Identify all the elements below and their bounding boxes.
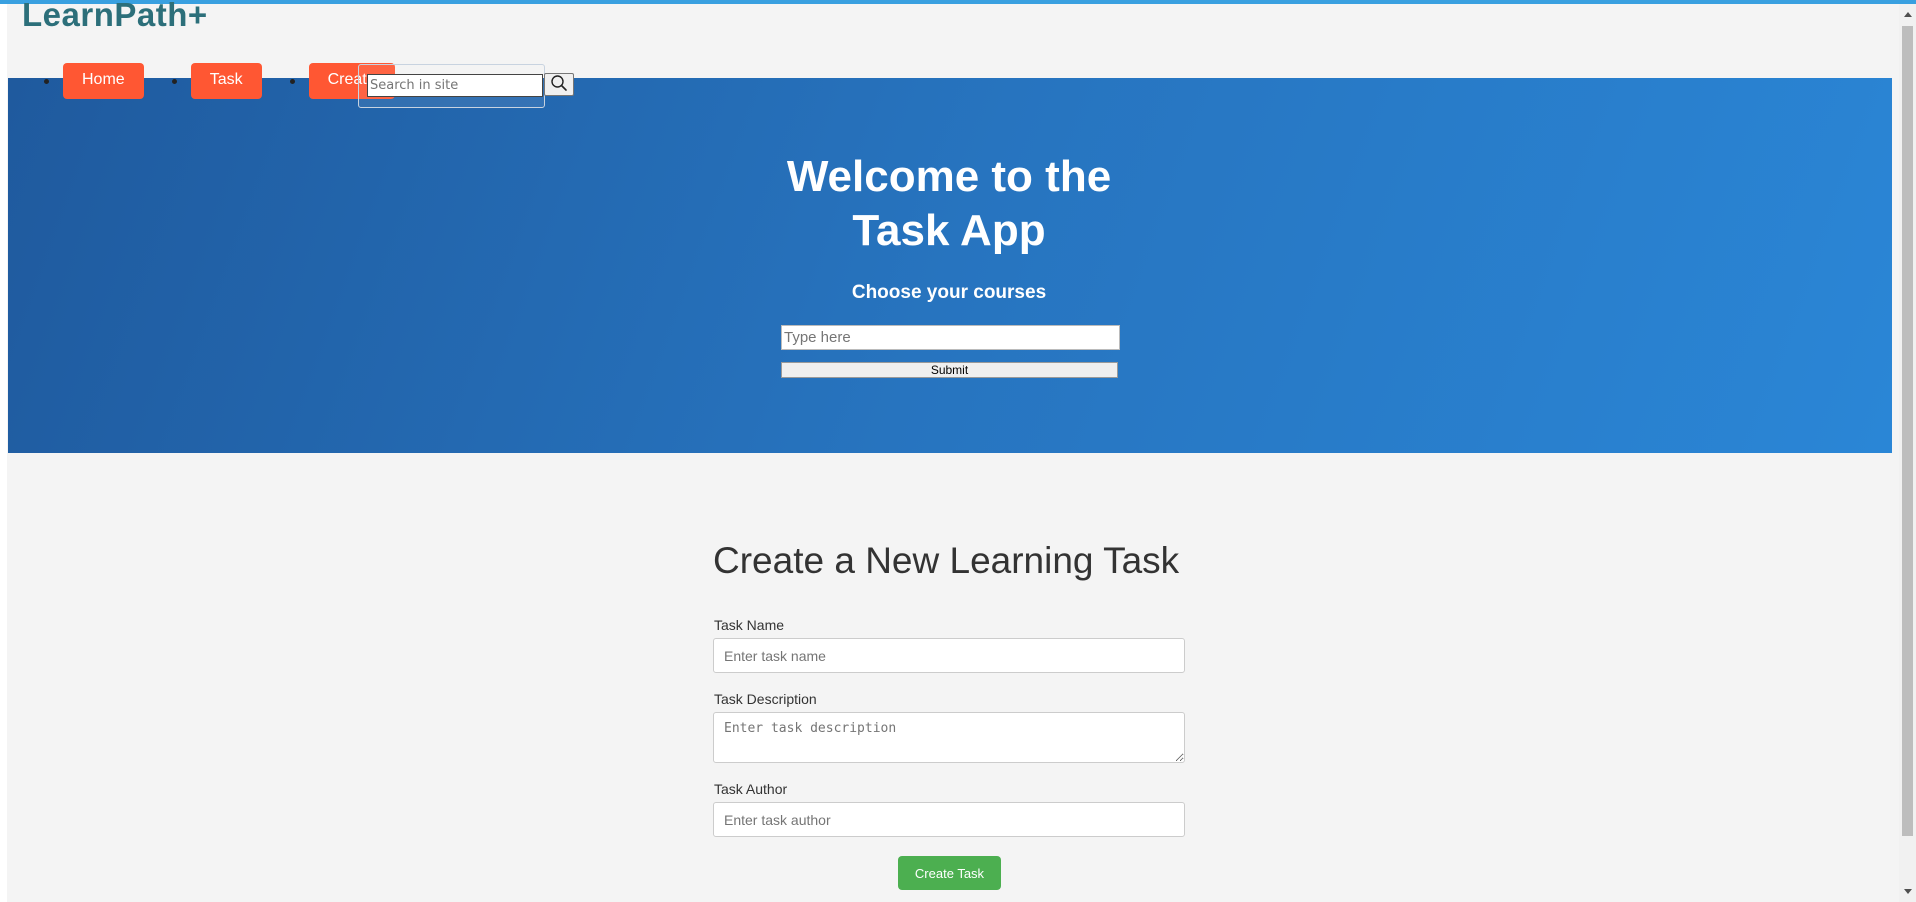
magnifier-icon	[551, 75, 567, 91]
scrollbar-thumb[interactable]	[1902, 26, 1913, 836]
task-author-input[interactable]	[713, 802, 1185, 837]
window-left-border	[0, 4, 7, 902]
window-top-border	[0, 0, 1916, 4]
hero-title: Welcome to the Task App	[786, 152, 1112, 255]
task-description-label: Task Description	[714, 691, 817, 707]
nav-home-button[interactable]: Home	[63, 63, 144, 99]
task-description-textarea[interactable]	[713, 712, 1185, 763]
site-search-button[interactable]	[544, 73, 574, 96]
task-name-label: Task Name	[714, 617, 785, 633]
list-bullet	[171, 78, 177, 84]
task-author-label: Task Author	[714, 781, 788, 797]
nav-item-home: Home	[38, 63, 166, 99]
course-input[interactable]	[781, 325, 1120, 350]
course-submit-button[interactable]: Submit	[781, 362, 1118, 378]
list-bullet	[289, 78, 295, 84]
form-title: Create a New Learning Task	[713, 540, 1180, 581]
list-bullet	[44, 78, 49, 84]
scroll-down-arrow-icon[interactable]	[1901, 884, 1915, 898]
scroll-up-arrow-icon[interactable]	[1901, 8, 1915, 22]
nav-item-task: Task	[166, 63, 284, 99]
hero-banner	[8, 78, 1892, 453]
nav-task-button[interactable]: Task	[190, 63, 262, 99]
task-name-input[interactable]	[713, 638, 1185, 673]
hero-subtitle: Choose your courses	[851, 282, 1047, 303]
create-task-button[interactable]: Create Task	[898, 856, 1001, 890]
site-logo[interactable]: LearnPath+	[22, 0, 208, 34]
site-search-input[interactable]	[367, 74, 543, 97]
site-search-box	[358, 64, 545, 108]
